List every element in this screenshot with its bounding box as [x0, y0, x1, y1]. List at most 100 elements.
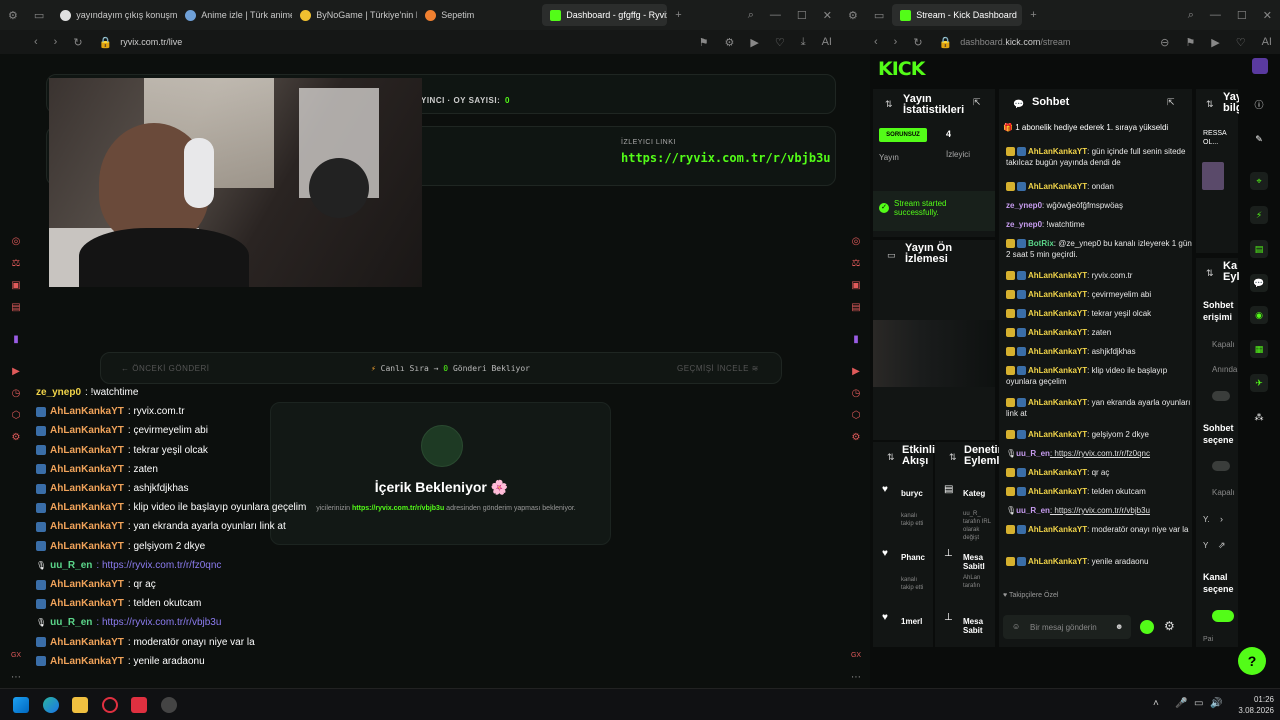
chat-username[interactable]: AhLanKankaYT [50, 502, 124, 513]
tab-sepetim[interactable]: Sepetim [417, 4, 542, 26]
search-icon[interactable]: ⌕ [748, 9, 754, 22]
chat-username[interactable]: AhLanKankaYT [50, 541, 124, 552]
activity-drag-icon[interactable]: ⇅ [887, 452, 895, 463]
tab-menu-icon[interactable]: ▭ [34, 9, 44, 22]
close-icon[interactable]: ✕ [1263, 9, 1272, 22]
prev-submission-button[interactable]: ← ÖNCEKİ GÖNDERİ [121, 364, 209, 373]
kick-chat-username[interactable]: uu_R_en [1016, 506, 1050, 515]
crypto-icon[interactable]: ⚖ [10, 258, 22, 270]
clock-date[interactable]: 3.08.2026 [1228, 706, 1274, 715]
kick-chat-username[interactable]: AhLanKankaYT [1028, 147, 1087, 156]
kick-chat-username[interactable]: AhLanKankaYT [1028, 366, 1087, 375]
channel-drag-icon[interactable]: ⇅ [1206, 268, 1214, 279]
new-tab-icon[interactable]: + [675, 9, 681, 21]
kick-chat-username[interactable]: AhLanKankaYT [1028, 309, 1087, 318]
chat-username[interactable]: AhLanKankaYT [50, 598, 124, 609]
twitch-icon[interactable]: ▮ [10, 334, 22, 346]
chat-username[interactable]: AhLanKankaYT [50, 483, 124, 494]
kick-chat-username[interactable]: AhLanKankaYT [1028, 290, 1087, 299]
reload-icon[interactable]: ↻ [913, 36, 922, 49]
apps-icon[interactable]: ⁂ [1250, 408, 1268, 426]
workspaces-icon[interactable]: ⚙ [848, 9, 858, 22]
news-icon[interactable]: ▤ [850, 302, 862, 314]
viewer-link[interactable]: https://ryvix.com.tr/r/vbjb3u [621, 151, 831, 165]
closed-option[interactable]: Kapalı [1212, 340, 1235, 349]
twitch-icon[interactable]: ▮ [850, 334, 862, 346]
games-icon[interactable]: ▣ [850, 280, 862, 292]
chat-username[interactable]: uu_R_en [50, 560, 92, 571]
windows-start-icon[interactable] [13, 697, 29, 713]
settings-icon[interactable]: ⚙ [850, 432, 862, 444]
external-link-icon[interactable]: ⇗ [1218, 540, 1226, 551]
aria-icon[interactable]: ◎ [10, 236, 22, 248]
chat-options-toggle[interactable] [1212, 461, 1230, 471]
chat-username[interactable]: AhLanKankaYT [50, 406, 124, 417]
kick-chat-username[interactable]: AhLanKankaYT [1028, 525, 1087, 534]
heart-icon[interactable]: ♡ [1236, 36, 1246, 49]
kick-chat-text[interactable]: : https://ryvix.com.tr/r/vbjb3u [1050, 506, 1150, 515]
crypto-icon[interactable]: ⚖ [850, 258, 862, 270]
download-icon[interactable]: ⤓ [801, 36, 806, 49]
more-icon[interactable]: ⋯ [10, 672, 22, 684]
clock-time[interactable]: 01:26 [1234, 695, 1274, 704]
chat-access-toggle[interactable] [1212, 391, 1230, 401]
pin-icon[interactable]: ⚑ [699, 36, 709, 49]
emoji-icon[interactable]: ☻ [1115, 622, 1123, 631]
cube-icon[interactable]: ⬡ [10, 410, 22, 422]
history-icon[interactable]: ◷ [10, 388, 22, 400]
activity-username[interactable]: 1merl [901, 617, 922, 626]
ai-icon[interactable]: AI [1262, 36, 1272, 48]
maximize-icon[interactable]: ☐ [797, 9, 807, 22]
kick-chat-username[interactable]: BotRix [1028, 239, 1054, 248]
opera-gx-icon[interactable] [102, 697, 118, 713]
minimize-icon[interactable]: — [1210, 9, 1221, 21]
kick-chat-text[interactable]: : https://ryvix.com.tr/r/fz0qnc [1050, 449, 1150, 458]
chat-username[interactable]: uu_R_en [50, 617, 92, 628]
app-icon[interactable] [131, 697, 147, 713]
file-explorer-icon[interactable] [72, 697, 88, 713]
bolt-icon[interactable]: ⚡ [1250, 206, 1268, 224]
broadcast-icon[interactable]: ◉ [1250, 306, 1268, 324]
kick-chat-username[interactable]: ze_ynep0 [1006, 220, 1042, 229]
chat-username[interactable]: AhLanKankaYT [50, 445, 124, 456]
back-icon[interactable]: ‹ [874, 36, 878, 48]
tab-ryvix-dashboard[interactable]: Dashboard - gfgffg - Ryvix [542, 4, 668, 26]
chat-settings-icon[interactable]: ⚙ [1164, 619, 1175, 633]
wrench-icon[interactable]: ✈ [1250, 374, 1268, 392]
chat-username[interactable]: AhLanKankaYT [50, 464, 124, 475]
play-icon[interactable]: ▶ [1211, 36, 1219, 49]
moderation-drag-icon[interactable]: ⇅ [949, 452, 957, 463]
activity-username[interactable]: buryc [901, 489, 923, 498]
minimize-icon[interactable]: — [770, 9, 781, 21]
play-icon[interactable]: ▶ [750, 36, 758, 49]
kick-chat-username[interactable]: AhLanKankaYT [1028, 468, 1087, 477]
stats-drag-icon[interactable]: ⇅ [885, 99, 893, 110]
kick-chat-username[interactable]: AhLanKankaYT [1028, 398, 1087, 407]
heart-icon[interactable]: ♡ [775, 36, 785, 49]
tab-kick-dashboard[interactable]: Stream - Kick Dashboard [892, 4, 1023, 26]
chat-message-text[interactable]: : https://ryvix.com.tr/r/vbjb3u [96, 617, 221, 628]
obs-icon[interactable] [161, 697, 177, 713]
chat-username[interactable]: AhLanKankaYT [50, 521, 124, 532]
help-icon[interactable]: ? [1238, 647, 1266, 675]
kick-chat-username[interactable]: AhLanKankaYT [1028, 347, 1087, 356]
tray-chevron-icon[interactable]: ˄ [1153, 698, 1159, 709]
chat-message-text[interactable]: : https://ryvix.com.tr/r/fz0qnc [96, 560, 221, 571]
more-icon[interactable]: ⋯ [850, 672, 862, 684]
maximize-icon[interactable]: ☐ [1237, 9, 1247, 22]
volume-icon[interactable]: 🔊 [1210, 698, 1222, 709]
reload-icon[interactable]: ↻ [73, 36, 82, 49]
popout-icon[interactable]: ⇱ [973, 97, 981, 108]
info-icon[interactable]: ⓘ [1250, 96, 1268, 114]
edit-icon[interactable]: ✎ [1250, 130, 1268, 148]
chat-username[interactable]: ze_ynep0 [36, 387, 81, 398]
player-icon[interactable]: ▶ [10, 366, 22, 378]
games-icon[interactable]: ▣ [10, 280, 22, 292]
kick-chat-username[interactable]: AhLanKankaYT [1028, 487, 1087, 496]
kick-chat-username[interactable]: AhLanKankaYT [1028, 430, 1087, 439]
extensions-icon[interactable]: ⚙ [725, 36, 735, 49]
tab-anime[interactable]: Anime izle | Türk anime tv [177, 4, 292, 26]
layout-icon[interactable]: ▦ [1250, 340, 1268, 358]
workspaces-icon[interactable]: ⚙ [8, 9, 18, 22]
tab-bynogame[interactable]: ByNoGame | Türkiye'nin En [292, 4, 417, 26]
